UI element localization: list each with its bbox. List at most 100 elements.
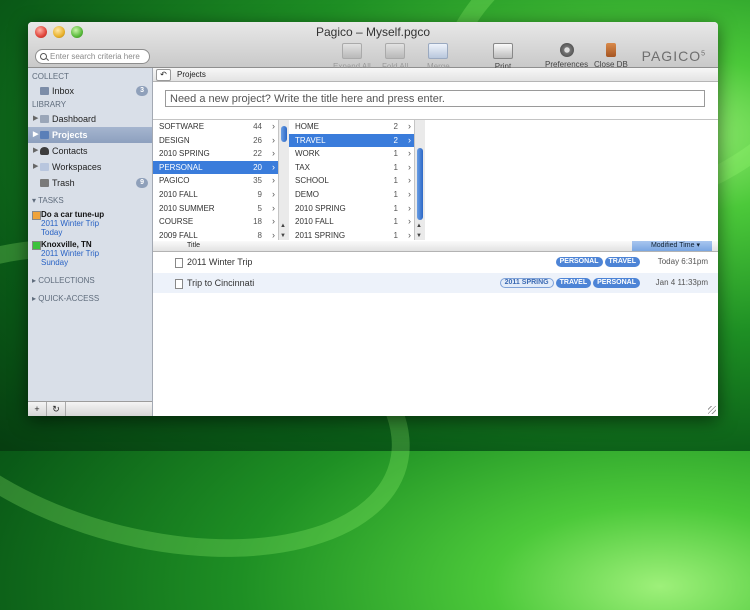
document-icon (175, 258, 183, 268)
scroll-down-icon[interactable]: ▼ (280, 233, 286, 239)
chevron-right-icon: › (272, 175, 275, 186)
tag-browser: SOFTWARE 44 › DESIGN 26 › 2010 SPRING 22 › PER… (153, 119, 718, 240)
subtag-count: 2 (393, 122, 398, 131)
tag-row[interactable]: 2010 SPRING 22 › (153, 147, 278, 161)
table-row[interactable]: Trip to Cincinnati 2011 SPRING TRAVEL PE… (153, 273, 718, 293)
task-due: Today (41, 228, 63, 237)
inbox-icon (40, 87, 49, 95)
tag-row[interactable]: COURSE 18 › (153, 215, 278, 229)
new-project-input[interactable]: Need a new project? Write the title here… (165, 90, 705, 107)
collect-header: COLLECT (32, 72, 69, 81)
task-item[interactable]: Knoxville, TN 2011 Winter Trip Sunday (28, 240, 152, 267)
subtag-row[interactable]: SCHOOL 1 › (289, 174, 414, 188)
sidebar-item-contacts[interactable]: ▶ Contacts (28, 143, 152, 159)
add-button[interactable]: + (28, 402, 47, 416)
tag-label: PERSONAL (159, 162, 203, 172)
scroll-down-icon[interactable]: ▼ (416, 233, 422, 239)
task-checkbox[interactable] (32, 241, 41, 250)
logo-version: 5 (701, 50, 706, 58)
subtag-row[interactable]: DEMO 1 › (289, 188, 414, 202)
sidebar-item-projects[interactable]: ▶ Projects (28, 127, 152, 143)
disclosure-triangle-icon[interactable]: ▶ (33, 111, 38, 127)
column-header-title[interactable]: Title (187, 241, 200, 251)
merge-button[interactable]: Merge (427, 43, 450, 71)
chevron-right-icon: › (272, 134, 275, 145)
scrollbar-thumb[interactable] (281, 126, 287, 142)
print-button[interactable]: Print (493, 43, 513, 71)
expand-all-button[interactable]: Expand All (333, 43, 371, 71)
sidebar-item-label: Dashboard (52, 114, 97, 124)
back-arrow-icon[interactable]: ↶ (156, 69, 171, 81)
tag-row[interactable]: 2010 FALL 9 › (153, 188, 278, 202)
tag-pill[interactable]: TRAVEL (604, 257, 640, 267)
chevron-right-icon: › (408, 134, 411, 145)
tag-group: PERSONAL TRAVEL (555, 257, 640, 267)
sidebar-item-dashboard[interactable]: ▶ Dashboard (28, 111, 152, 127)
table-row[interactable]: 2011 Winter Trip PERSONAL TRAVEL Today 6… (153, 252, 718, 272)
chevron-right-icon: › (408, 202, 411, 213)
chevron-right-icon: › (408, 121, 411, 131)
subtag-row[interactable]: WORK 1 › (289, 147, 414, 161)
subtag-row[interactable]: 2010 FALL 1 › (289, 215, 414, 229)
tag-pill[interactable]: TRAVEL (555, 278, 592, 288)
tag-row-selected[interactable]: PERSONAL 20 › (153, 160, 278, 175)
subtag-row[interactable]: HOME 2 › (289, 120, 414, 134)
sidebar-item-inbox[interactable]: Inbox 3 (28, 83, 152, 99)
fold-all-button[interactable]: Fold All (382, 43, 408, 71)
sync-button[interactable]: ↻ (47, 402, 66, 416)
tasks-header[interactable]: ▾ TASKS (28, 195, 152, 207)
subtag-row-selected[interactable]: TRAVEL 2 › (289, 133, 414, 148)
projects-icon (40, 131, 49, 139)
subtag-count: 1 (393, 189, 398, 199)
scroll-up-icon[interactable]: ▲ (280, 223, 286, 229)
scrollbar-thumb[interactable] (417, 148, 423, 220)
tag-pill[interactable]: PERSONAL (593, 278, 640, 288)
contacts-icon (40, 147, 49, 155)
search-input[interactable]: Enter search criteria here (35, 49, 150, 64)
subtag-label: DEMO (295, 189, 319, 199)
sidebar-item-label: Inbox (52, 86, 75, 96)
tag-row[interactable]: SOFTWARE 44 › (153, 120, 278, 134)
disclosure-triangle-icon[interactable]: ▶ (33, 143, 38, 159)
tag-row[interactable]: PAGICO 35 › (153, 174, 278, 188)
preferences-button[interactable]: Preferences (545, 43, 588, 69)
tag-count: 22 (253, 149, 262, 159)
chevron-right-icon: › (408, 161, 411, 172)
sidebar-item-workspaces[interactable]: ▶ Workspaces (28, 159, 152, 175)
fold-all-icon (385, 43, 406, 59)
task-checkbox[interactable] (32, 211, 41, 220)
subtag-row[interactable]: 2010 SPRING 1 › (289, 202, 414, 216)
subtag-label: HOME (295, 122, 319, 131)
project-title: Trip to Cincinnati (187, 278, 255, 288)
resize-grip-icon[interactable] (708, 406, 716, 414)
tag-list-scrollbar[interactable]: ▲ ▼ (278, 120, 289, 240)
scroll-up-icon[interactable]: ▲ (416, 223, 422, 229)
subtag-row[interactable]: TAX 1 › (289, 161, 414, 175)
quick-access-header[interactable]: ▸ QUICK-ACCESS (28, 293, 152, 305)
disclosure-triangle-icon[interactable]: ▶ (33, 159, 38, 175)
sidebar-item-trash[interactable]: Trash 9 (28, 175, 152, 191)
column-header-modified[interactable]: Modified Time ▾ (632, 241, 712, 251)
subtag-list-scrollbar[interactable]: ▲ ▼ (414, 120, 425, 240)
disclosure-triangle-icon[interactable]: ▶ (33, 127, 38, 143)
tag-count: 26 (253, 135, 262, 145)
tag-pill[interactable]: PERSONAL (555, 257, 603, 267)
chevron-right-icon: › (408, 148, 411, 159)
chevron-right-icon: › (408, 216, 411, 227)
subtag-label: WORK (295, 149, 320, 159)
task-item[interactable]: Do a car tune-up 2011 Winter Trip Today (28, 210, 152, 237)
tag-row[interactable]: DESIGN 26 › (153, 134, 278, 148)
collections-header[interactable]: ▸ COLLECTIONS (28, 275, 152, 287)
tag-count: 18 (253, 217, 262, 227)
sidebar: COLLECT Inbox 3 LIBRARY ▶ Dashboard ▶ Pr… (28, 68, 153, 416)
tag-group: 2011 SPRING TRAVEL PERSONAL (499, 278, 640, 288)
chevron-right-icon: › (272, 216, 275, 227)
workspaces-icon (40, 163, 49, 171)
sidebar-item-label: Projects (52, 130, 88, 140)
tag-pill[interactable]: 2011 SPRING (499, 278, 554, 288)
subtag-count: 1 (393, 162, 398, 172)
tag-row[interactable]: 2010 SUMMER 5 › (153, 202, 278, 216)
close-db-button[interactable]: Close DB (594, 43, 628, 69)
column-header-modified-label: Modified Time (650, 242, 695, 249)
subtag-label: 2011 SPRING (295, 230, 346, 240)
